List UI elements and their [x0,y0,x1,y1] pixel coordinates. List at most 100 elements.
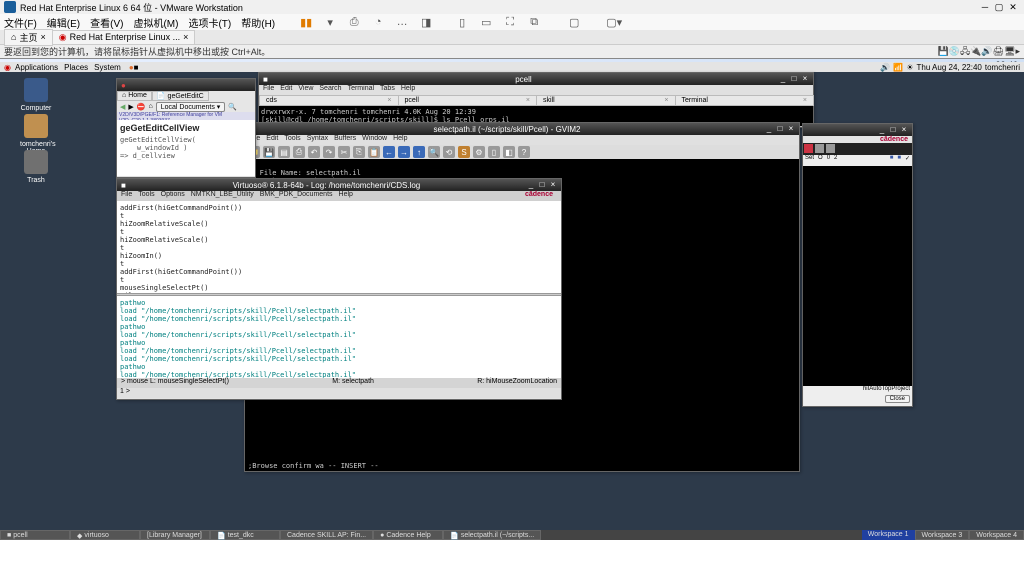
menu-vm[interactable]: 虚拟机(M) [133,15,178,30]
brightness-icon[interactable]: ☀ [906,63,913,72]
tab-home[interactable]: ⌂ Home [117,91,152,101]
close-icon[interactable]: × [801,75,809,83]
pause-icon[interactable]: ▮▮ [299,15,313,29]
gvim-titlebar[interactable]: selectpath.il (~/scripts/skill/Pcell) - … [245,123,799,135]
chevron-down-icon[interactable]: ▾ [323,15,337,29]
panel-user[interactable]: tomchenri [985,63,1020,72]
menu-tools[interactable]: Tools [138,191,154,201]
device-net-icon[interactable]: 🖧 [960,44,970,60]
menu-help[interactable]: Help [401,85,415,95]
taskbar-item-help[interactable]: ● Cadence Help [373,530,443,540]
terminal-tab-skill[interactable]: skill× [536,95,676,106]
menu-tabs[interactable]: 选项卡(T) [188,15,231,30]
clock-icon[interactable]: ◔ [371,15,385,29]
log-titlebar[interactable]: ■ Virtuoso® 6.1.8-64b - Log: /home/tomch… [117,179,561,191]
terminal-tab-new[interactable]: Terminal× [675,95,815,106]
stop-icon[interactable]: ⛔ [137,103,146,111]
workspace-3[interactable]: Workspace 3 [915,530,970,540]
menu-help[interactable]: Help [339,191,353,201]
desktop-home[interactable]: tomchenri's Home [20,114,52,155]
tab-home[interactable]: ⌂ 主页 × [4,29,53,46]
tool-icon[interactable] [815,144,824,153]
close-icon[interactable]: × [900,126,908,134]
redo-icon[interactable]: ↷ [323,146,335,158]
close-icon[interactable]: × [40,32,45,42]
menu-options[interactable]: Options [161,191,185,201]
minimize-icon[interactable]: _ [779,75,787,83]
saveall-icon[interactable]: ▤ [278,146,290,158]
close-icon[interactable]: × [787,125,795,133]
tool-icon[interactable] [826,144,835,153]
menu-help[interactable]: Help [393,135,407,145]
close-icon[interactable]: × [549,181,557,189]
panel-clock[interactable]: Thu Aug 24, 22:40 [916,63,981,72]
forward-icon[interactable]: ▶ [128,103,133,111]
desktop-trash[interactable]: Trash [20,150,52,184]
menu-file[interactable]: 文件(F) [4,15,37,30]
desktop-computer[interactable]: Computer [20,78,52,112]
log-prompt[interactable]: 1 > [117,388,561,398]
unity-icon[interactable]: ⧉ [527,15,541,29]
menu-window[interactable]: Window [362,135,387,145]
find-icon[interactable]: 🔍 [428,146,440,158]
device-sound-icon[interactable]: 🔊 [981,46,992,57]
monitor-icon[interactable]: ▢ [567,15,581,29]
workspace-1[interactable]: Workspace 1 [862,530,915,540]
tab-vm[interactable]: ◉ Red Hat Enterprise Linux ... × [52,30,196,45]
back-icon[interactable]: ← [383,146,395,158]
menu-tools[interactable]: Tools [284,135,300,145]
menu-terminal[interactable]: Terminal [348,85,374,95]
log-output-lower[interactable]: pathwo load "/home/tomchenri/scripts/ski… [117,296,561,378]
device-printer-icon[interactable]: 🖨 [993,46,1004,57]
volume-icon[interactable]: 🔊 [880,63,890,72]
taskbar-item-gvim[interactable]: 📄 selectpath.il (~/scripts... [443,530,541,540]
taskbar-item-pcell[interactable]: ■ pcell [0,530,70,540]
close-button[interactable]: Close [885,395,910,403]
close-icon[interactable]: × [387,97,391,104]
tool-icon[interactable]: ▢▾ [607,15,621,29]
stop-icon[interactable] [804,144,813,153]
search-icon[interactable]: 🔍 [228,103,237,111]
fullscreen-icon[interactable]: ⛶ [503,15,517,29]
close-icon[interactable]: × [526,97,530,104]
local-docs-button[interactable]: Local Documents ▾ [156,102,226,112]
device-more-icon[interactable]: ▸ [1015,46,1020,57]
menu-system[interactable]: System [94,63,121,72]
minimize-icon[interactable]: _ [527,181,535,189]
minimize-icon[interactable]: _ [765,125,773,133]
taskbar-item-skill[interactable]: Cadence SKILL AP: Fin... [280,530,373,540]
copy-icon[interactable]: ⎘ [353,146,365,158]
maximize-icon[interactable]: □ [889,126,897,134]
terminal-tab-cds[interactable]: cds× [259,95,399,106]
replace-icon[interactable]: ⟲ [443,146,455,158]
menu-pdk[interactable]: BMK_PDK_Documents [260,191,333,201]
menu-places[interactable]: Places [64,63,88,72]
close-icon[interactable]: × [183,32,188,42]
device-cd-icon[interactable]: 💿 [949,46,960,57]
up-icon[interactable]: ↑ [413,146,425,158]
menu-edit[interactable]: 编辑(E) [47,15,80,30]
more-icon[interactable]: … [395,15,409,29]
menu-file[interactable]: File [121,191,132,201]
menu-view[interactable]: View [298,85,313,95]
side-canvas[interactable] [803,166,912,386]
menu-edit[interactable]: Edit [266,135,278,145]
home-icon[interactable]: ⌂ [149,103,153,110]
make-icon[interactable]: ⚙ [473,146,485,158]
cut-icon[interactable]: ✂ [338,146,350,158]
forward-icon[interactable]: → [398,146,410,158]
tag-icon[interactable]: ◧ [503,146,515,158]
maximize-icon[interactable]: □ [776,125,784,133]
back-icon[interactable]: ◀ [120,103,125,111]
menu-utility[interactable]: NMTKN_LBE_Utility [191,191,254,201]
minimize-icon[interactable]: _ [878,126,886,134]
taskbar-item-virtuoso[interactable]: ◆ virtuoso [70,530,140,540]
device-display-icon[interactable]: 🖥 [1004,46,1015,57]
log-output-upper[interactable]: addFirst(hiGetCommandPoint()) t hiZoomRe… [117,201,561,293]
minimize-button[interactable]: ─ [979,1,991,13]
side-titlebar[interactable]: _□× [803,124,912,136]
menu-edit[interactable]: Edit [280,85,292,95]
shell-icon[interactable]: ▯ [488,146,500,158]
menu-view[interactable]: 查看(V) [90,15,123,30]
help-icon[interactable]: ? [518,146,530,158]
